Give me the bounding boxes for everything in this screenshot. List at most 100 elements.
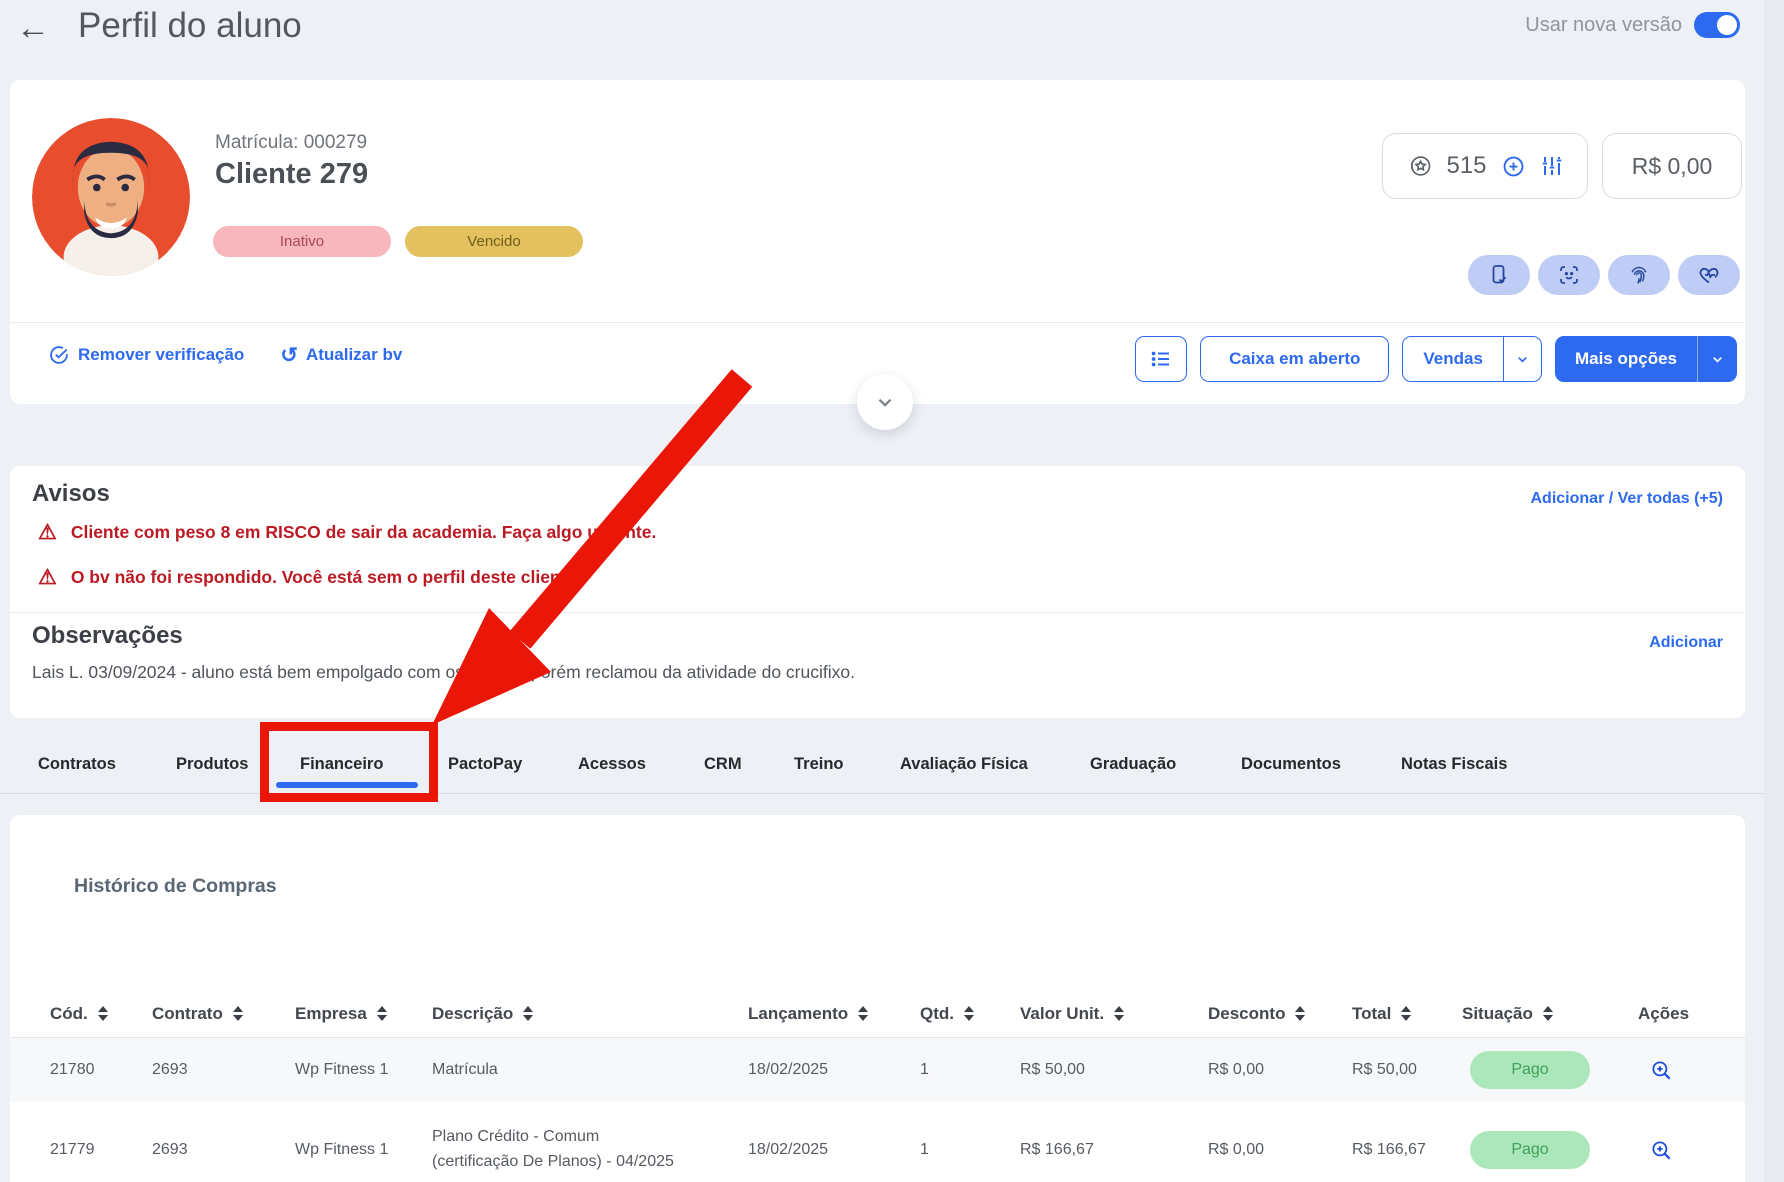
col-header-cod[interactable]: Cód. <box>50 1004 152 1024</box>
tab-crm[interactable]: CRM <box>704 755 742 774</box>
sort-icon <box>1401 1006 1411 1021</box>
mais-opcoes-dropdown-button[interactable] <box>1697 336 1737 382</box>
heart-pulse-button[interactable] <box>1678 255 1740 295</box>
tab-contratos[interactable]: Contratos <box>38 755 116 774</box>
cell-lancamento: 18/02/2025 <box>748 1141 920 1159</box>
mais-opcoes-label: Mais opções <box>1575 349 1677 369</box>
avisos-title: Avisos <box>32 480 110 508</box>
observacoes-adicionar-link[interactable]: Adicionar <box>1649 634 1723 652</box>
toggle-label: Usar nova versão <box>1525 14 1682 37</box>
divider <box>10 322 1745 323</box>
fingerprint-button[interactable] <box>1608 255 1670 295</box>
collapse-profile-button[interactable] <box>857 374 913 430</box>
col-header-descricao[interactable]: Descrição <box>432 1004 748 1024</box>
vertical-scrollbar[interactable] <box>1764 0 1784 1182</box>
cell-total: R$ 166,67 <box>1352 1141 1462 1159</box>
avisos-adicionar-ver-todas-link[interactable]: Adicionar / Ver todas (+5) <box>1531 490 1724 508</box>
check-circle-icon <box>48 344 70 366</box>
list-button[interactable] <box>1135 336 1187 382</box>
col-header-desconto[interactable]: Desconto <box>1208 1004 1352 1024</box>
cell-contrato: 2693 <box>152 1061 295 1079</box>
sliders-icon <box>1540 154 1564 178</box>
tab-notas-fiscais[interactable]: Notas Fiscais <box>1401 755 1507 774</box>
status-badge-pago: Pago <box>1470 1051 1590 1089</box>
caixa-em-aberto-label: Caixa em aberto <box>1229 349 1360 369</box>
face-scan-button[interactable] <box>1538 255 1600 295</box>
tab-pactopay[interactable]: PactoPay <box>448 755 522 774</box>
view-details-button[interactable] <box>1650 1139 1673 1162</box>
status-badge-pago: Pago <box>1470 1131 1590 1169</box>
plus-circle-icon <box>1501 154 1526 179</box>
perfil-do-aluno-page: ← Perfil do aluno Usar nova versão M <box>0 0 1784 1182</box>
phone-check-icon <box>1487 263 1511 287</box>
cell-empresa: Wp Fitness 1 <box>295 1141 432 1159</box>
cell-empresa: Wp Fitness 1 <box>295 1061 432 1079</box>
cell-lancamento: 18/02/2025 <box>748 1061 920 1079</box>
page-title: Perfil do aluno <box>78 6 302 46</box>
profile-tabs: Contratos Produtos Financeiro PactoPay A… <box>0 744 1784 794</box>
mais-opcoes-button[interactable]: Mais opções <box>1555 336 1697 382</box>
observacao-text: Lais L. 03/09/2024 - aluno está bem empo… <box>32 662 855 683</box>
sort-icon <box>1114 1006 1124 1021</box>
col-header-valor-unit[interactable]: Valor Unit. <box>1020 1004 1208 1024</box>
col-header-situacao[interactable]: Situação <box>1462 1004 1628 1024</box>
points-value: 515 <box>1446 152 1486 180</box>
back-button[interactable]: ← <box>16 8 50 49</box>
cell-qtd: 1 <box>920 1141 1020 1159</box>
toggle-knob <box>1717 15 1737 35</box>
tab-financeiro[interactable]: Financeiro <box>300 755 383 774</box>
add-points-button[interactable] <box>1501 154 1526 179</box>
col-header-lancamento[interactable]: Lançamento <box>748 1004 920 1024</box>
avisos-observacoes-card: Avisos Adicionar / Ver todas (+5) ⚠ Clie… <box>10 466 1745 718</box>
phone-check-button[interactable] <box>1468 255 1530 295</box>
tab-treino[interactable]: Treino <box>794 755 844 774</box>
vendas-label: Vendas <box>1423 349 1483 369</box>
vendas-button[interactable]: Vendas <box>1403 337 1503 381</box>
tab-acessos[interactable]: Acessos <box>578 755 646 774</box>
cell-total: R$ 50,00 <box>1352 1061 1462 1079</box>
warning-triangle-icon: ⚠ <box>38 522 57 543</box>
sort-icon <box>377 1006 387 1021</box>
nova-versao-toggle[interactable] <box>1694 12 1740 38</box>
cell-qtd: 1 <box>920 1061 1020 1079</box>
coins-star-icon <box>1406 153 1432 179</box>
balance-value: R$ 0,00 <box>1632 153 1713 180</box>
table-row: 21779 2693 Wp Fitness 1 Plano Crédito - … <box>10 1102 1745 1182</box>
tab-avaliacao-fisica[interactable]: Avaliação Física <box>900 755 1028 774</box>
atualizar-bv-link[interactable]: ↺ Atualizar bv <box>280 344 402 366</box>
client-name: Cliente 279 <box>215 158 368 191</box>
remover-verificacao-link[interactable]: Remover verificação <box>48 344 244 366</box>
view-details-button[interactable] <box>1650 1059 1673 1082</box>
cell-valor-unit: R$ 166,67 <box>1020 1141 1208 1159</box>
tab-documentos[interactable]: Documentos <box>1241 755 1341 774</box>
tab-produtos[interactable]: Produtos <box>176 755 248 774</box>
col-header-contrato[interactable]: Contrato <box>152 1004 295 1024</box>
chevron-down-icon <box>1710 352 1725 367</box>
mais-opcoes-split-button: Mais opções <box>1555 336 1737 382</box>
col-header-acoes: Ações <box>1638 1004 1745 1024</box>
aviso-item: ⚠ Cliente com peso 8 em RISCO de sair da… <box>38 522 656 543</box>
tab-graduacao[interactable]: Graduação <box>1090 755 1176 774</box>
sort-icon <box>1543 1006 1553 1021</box>
historico-compras-title: Histórico de Compras <box>74 875 277 898</box>
historico-compras-card: Histórico de Compras Cód. Contrato Empre… <box>10 815 1745 1182</box>
col-header-total[interactable]: Total <box>1352 1004 1462 1024</box>
col-header-empresa[interactable]: Empresa <box>295 1004 432 1024</box>
active-tab-underline <box>276 782 418 788</box>
cell-valor-unit: R$ 50,00 <box>1020 1061 1208 1079</box>
cell-cod: 21780 <box>50 1061 152 1079</box>
vendas-dropdown-button[interactable] <box>1503 337 1541 381</box>
sort-icon <box>523 1006 533 1021</box>
cell-descricao: Matrícula <box>432 1058 682 1083</box>
top-header: ← Perfil do aluno Usar nova versão <box>0 0 1784 70</box>
points-settings-button[interactable] <box>1540 154 1564 178</box>
points-box: 515 <box>1382 133 1588 199</box>
caixa-em-aberto-button[interactable]: Caixa em aberto <box>1200 336 1389 382</box>
warning-triangle-icon: ⚠ <box>38 567 57 588</box>
undo-icon: ↺ <box>280 345 298 366</box>
sort-icon <box>1295 1006 1305 1021</box>
back-arrow-icon: ← <box>16 9 50 47</box>
status-badge-inativo: Inativo <box>213 226 391 257</box>
matricula-label: Matrícula: 000279 <box>215 132 367 154</box>
col-header-qtd[interactable]: Qtd. <box>920 1004 1020 1024</box>
